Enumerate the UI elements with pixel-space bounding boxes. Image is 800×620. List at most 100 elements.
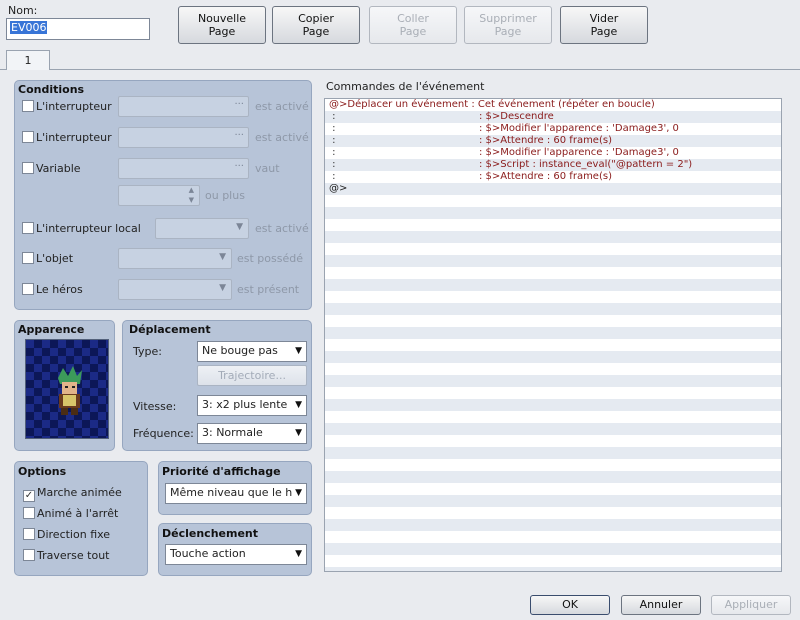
event-graphic[interactable] <box>25 339 109 439</box>
apply-button[interactable]: Appliquer <box>711 595 791 615</box>
switch1-hint: est activé <box>255 100 309 113</box>
variable-checkbox[interactable]: Variable <box>22 162 81 175</box>
chevron-down-icon: ▼ <box>219 252 226 262</box>
empty-line <box>325 507 781 519</box>
delete-page-button[interactable]: Supprimer Page <box>464 6 552 44</box>
checkbox-box <box>23 507 35 519</box>
checkbox-box <box>22 252 34 264</box>
checkbox-box <box>23 549 35 561</box>
new-page-line1: Nouvelle <box>197 12 247 25</box>
empty-line <box>325 339 781 351</box>
command-text: : <box>329 171 336 182</box>
name-input[interactable]: EV006 <box>6 18 150 40</box>
direction-fix-label: Direction fixe <box>37 528 111 541</box>
chevron-down-icon: ▼ <box>295 346 302 356</box>
variable-hint2: ou plus <box>205 189 245 202</box>
priority-select[interactable]: Même niveau que le h ▼ <box>165 483 307 504</box>
empty-line <box>325 327 781 339</box>
empty-line <box>325 219 781 231</box>
variable-hint: vaut <box>255 162 280 175</box>
self-switch-label: L'interrupteur local <box>36 222 141 235</box>
command-line[interactable]: :: $>Script : instance_eval("@pattern = … <box>325 159 781 171</box>
name-label: Nom: <box>8 4 38 17</box>
walk-anim-checkbox[interactable]: ✓ Marche animée <box>23 486 122 502</box>
frequency-select[interactable]: 3: Normale ▼ <box>197 423 307 444</box>
empty-line <box>325 195 781 207</box>
chevron-down-icon: ▼ <box>293 488 302 498</box>
command-line[interactable]: :: $>Modifier l'apparence : 'Damage3', 0 <box>325 123 781 135</box>
empty-line <box>325 471 781 483</box>
character-sprite-icon <box>58 366 82 415</box>
command-subtext: : $>Modifier l'apparence : 'Damage3', 0 <box>479 147 679 158</box>
command-text: : <box>329 111 336 122</box>
type-select[interactable]: Ne bouge pas ▼ <box>197 341 307 362</box>
actor-hint: est présent <box>237 283 300 296</box>
trigger-group: Déclenchement Touche action ▼ <box>158 523 312 576</box>
switch2-checkbox[interactable]: L'interrupteur <box>22 131 112 144</box>
new-page-button[interactable]: Nouvelle Page <box>178 6 266 44</box>
copy-page-line2: Page <box>302 25 330 38</box>
paste-page-button[interactable]: Coller Page <box>369 6 457 44</box>
options-title: Options <box>18 465 67 478</box>
command-subtext: : $>Descendre <box>479 111 554 122</box>
switch2-label: L'interrupteur <box>36 131 112 144</box>
command-text: @>Déplacer un événement : Cet événement … <box>329 99 655 110</box>
checkbox-box <box>22 222 34 234</box>
direction-fix-checkbox[interactable]: Direction fixe <box>23 528 110 541</box>
switch1-checkbox[interactable]: L'interrupteur <box>22 100 112 113</box>
ok-button[interactable]: OK <box>530 595 610 615</box>
item-label: L'objet <box>36 252 74 265</box>
trigger-value: Touche action <box>170 547 246 560</box>
empty-line <box>325 255 781 267</box>
item-checkbox[interactable]: L'objet <box>22 252 73 265</box>
command-line[interactable]: :: $>Attendre : 60 frame(s) <box>325 171 781 183</box>
through-label: Traverse tout <box>37 549 110 562</box>
checkbox-box <box>23 528 35 540</box>
cancel-button[interactable]: Annuler <box>621 595 701 615</box>
priority-value: Même niveau que le h <box>170 486 293 499</box>
empty-line <box>325 315 781 327</box>
checkbox-box <box>22 131 34 143</box>
command-line[interactable]: :: $>Modifier l'apparence : 'Damage3', 0 <box>325 147 781 159</box>
speed-label: Vitesse: <box>133 400 177 413</box>
route-button[interactable]: Trajectoire... <box>197 365 307 386</box>
appearance-title: Apparence <box>18 323 85 336</box>
clear-page-button[interactable]: Vider Page <box>560 6 648 44</box>
empty-line <box>325 363 781 375</box>
empty-line <box>325 567 781 571</box>
ellipsis-icon: ··· <box>234 161 244 172</box>
copy-page-button[interactable]: Copier Page <box>272 6 360 44</box>
chevron-down-icon: ▼ <box>219 283 226 293</box>
switch2-field: ··· <box>118 127 249 148</box>
through-checkbox[interactable]: Traverse tout <box>23 549 110 562</box>
empty-line <box>325 279 781 291</box>
switch1-field: ··· <box>118 96 249 117</box>
item-hint: est possédé <box>237 252 303 265</box>
command-subtext: : $>Modifier l'apparence : 'Damage3', 0 <box>479 123 679 134</box>
movement-group: Déplacement Type: Ne bouge pas ▼ Trajecto… <box>122 320 312 451</box>
command-line[interactable]: :: $>Attendre : 60 frame(s) <box>325 135 781 147</box>
command-text: : <box>329 159 336 170</box>
checkbox-box <box>22 283 34 295</box>
command-line[interactable]: @>Déplacer un événement : Cet événement … <box>325 99 781 111</box>
step-anim-checkbox[interactable]: Animé à l'arrêt <box>23 507 118 520</box>
empty-line <box>325 411 781 423</box>
command-subtext: : $>Attendre : 60 frame(s) <box>479 135 612 146</box>
conditions-title: Conditions <box>18 83 85 96</box>
command-line[interactable]: @> <box>325 183 781 195</box>
command-list[interactable]: @>Déplacer un événement : Cet événement … <box>324 98 782 572</box>
switch2-hint: est activé <box>255 131 309 144</box>
trigger-select[interactable]: Touche action ▼ <box>165 544 307 565</box>
command-line[interactable]: : : $>Descendre <box>325 111 781 123</box>
spinner-up-icon: ▲ <box>188 186 194 194</box>
empty-line <box>325 231 781 243</box>
command-text: @> <box>329 183 348 194</box>
self-switch-checkbox[interactable]: L'interrupteur local <box>22 222 141 235</box>
tab-page-1[interactable]: 1 <box>6 50 50 70</box>
chevron-down-icon: ▼ <box>236 222 243 232</box>
actor-checkbox[interactable]: Le héros <box>22 283 83 296</box>
checkbox-box <box>22 162 34 174</box>
self-switch-select: ▼ <box>155 218 249 239</box>
speed-select[interactable]: 3: x2 plus lente ▼ <box>197 395 307 416</box>
spinner-down-icon: ▼ <box>188 196 194 204</box>
